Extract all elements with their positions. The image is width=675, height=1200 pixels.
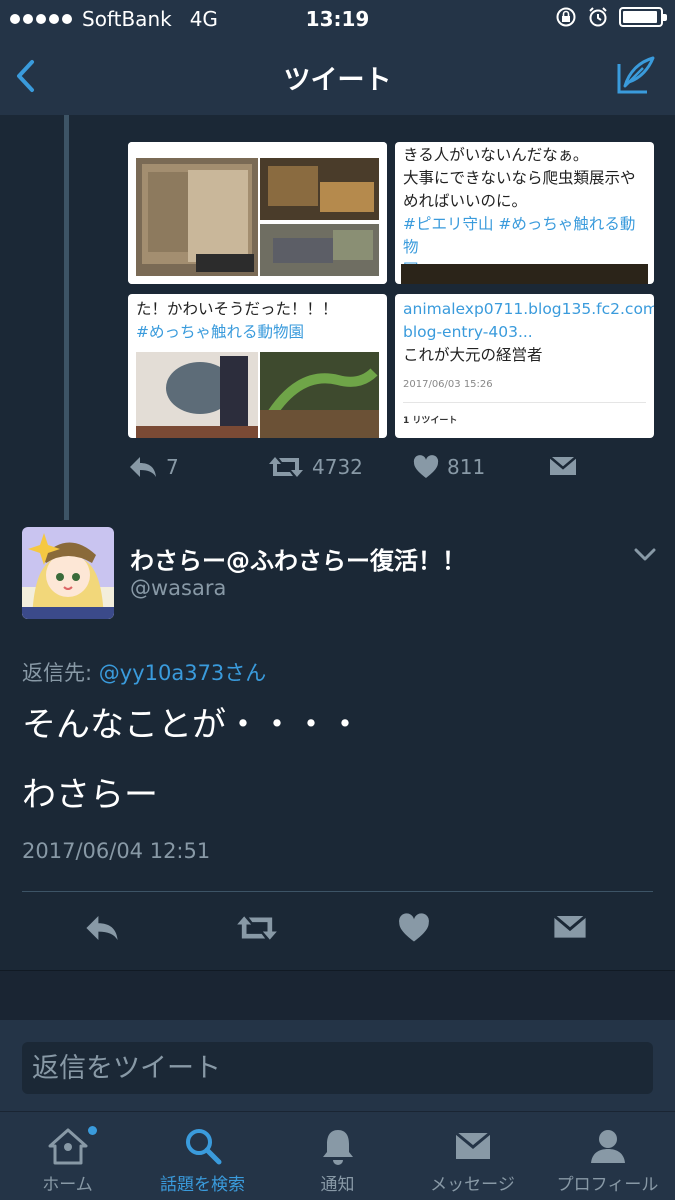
media-tile-photos-top[interactable]: [128, 142, 387, 284]
tab-home-label: ホーム: [42, 1175, 93, 1195]
tab-messages[interactable]: メッセージ: [405, 1112, 540, 1200]
heart-icon[interactable]: [398, 913, 430, 943]
animal-photo-collage: [128, 142, 387, 284]
page-title: ツイート: [283, 65, 392, 96]
retweet-action[interactable]: 4732: [268, 455, 363, 479]
tab-home[interactable]: ホーム: [0, 1112, 135, 1200]
tweet-action-bar: [0, 905, 675, 961]
tab-bar: ホーム 話題を検索 通知 メッセージ プロフィール: [0, 1111, 675, 1200]
avatar[interactable]: [22, 527, 114, 619]
tile-b-line-1: きる人がいないんだなぁ。: [403, 146, 589, 164]
tweet-text-line-2: わさらー: [22, 775, 158, 815]
reply-icon: [130, 457, 156, 477]
reptile-photo-collage: [136, 352, 379, 438]
like-count: 811: [447, 455, 486, 479]
envelope-icon: [549, 456, 577, 475]
reply-to-label: 返信先:: [22, 661, 99, 685]
status-right: [555, 6, 667, 28]
tweet-media-grid[interactable]: きる人がいないんだなぁ。 大事にできないなら爬虫類展示や めればいいのに。 #ピ…: [128, 142, 654, 438]
divider: [22, 891, 653, 892]
bell-icon: [322, 1130, 353, 1165]
tile-c-line: た！かわいそうだった！！！: [136, 300, 338, 318]
tab-search-label: 話題を検索: [160, 1175, 245, 1195]
tab-search[interactable]: 話題を検索: [135, 1112, 270, 1200]
envelope-icon[interactable]: [552, 913, 588, 943]
reply-count: 7: [166, 455, 179, 479]
tweet-timestamp: 2017/06/04 12:51: [22, 839, 211, 863]
tile-b-line-3: めればいいのに。: [403, 192, 528, 210]
media-tile-text-top[interactable]: きる人がいないんだなぁ。 大事にできないなら爬虫類展示や めればいいのに。 #ピ…: [395, 142, 654, 284]
reply-bar: [0, 1020, 675, 1111]
tab-profile[interactable]: プロフィール: [540, 1112, 675, 1200]
user-handle[interactable]: @wasara: [130, 576, 226, 600]
quoted-tweet-actions: 7 4732 811: [128, 455, 658, 491]
retweet-count: 4732: [312, 455, 363, 479]
tweet-text-line-1: そんなことが・・・・: [22, 705, 362, 745]
reply-input[interactable]: [22, 1042, 653, 1094]
tile-c-hashtag: #めっちゃ触れる動物園: [136, 323, 304, 341]
compose-tweet-icon[interactable]: [615, 54, 657, 96]
heart-icon: [413, 455, 439, 478]
avatar-illustration: [22, 527, 114, 619]
retweet-icon[interactable]: [236, 913, 278, 943]
tab-notifications-label: 通知: [320, 1175, 355, 1195]
envelope-icon: [454, 1131, 491, 1159]
rotation-lock-icon: [556, 7, 576, 27]
tile-b-image-strip: [401, 264, 648, 284]
reply-icon[interactable]: [84, 913, 120, 943]
media-tile-photos-bottom[interactable]: た！かわいそうだった！！！ #めっちゃ触れる動物園: [128, 294, 387, 438]
tile-d-date: 2017/06/03 15:26: [403, 379, 493, 390]
alarm-icon: [589, 7, 607, 27]
media-tile-text-bottom[interactable]: animalexp0711.blog135.fc2.com/ blog-entr…: [395, 294, 654, 438]
tile-d-retweet-count: 1 リツイート: [403, 416, 458, 426]
dm-action[interactable]: [548, 455, 586, 479]
nav-bar: ツイート: [0, 38, 675, 115]
tile-b-hashtags: #ピエリ守山 #めっちゃ触れる動物: [403, 215, 636, 256]
display-name[interactable]: わさらー@ふわさらー復活！！: [130, 541, 466, 576]
reply-action[interactable]: 7: [128, 455, 179, 479]
thread-connector: [64, 115, 69, 520]
tile-d-divider: [403, 402, 646, 403]
tab-notifications[interactable]: 通知: [270, 1112, 405, 1200]
reply-context: 返信先: @yy10a373さん: [22, 657, 266, 687]
retweet-icon: [269, 457, 303, 477]
search-icon: [185, 1129, 221, 1165]
profile-icon: [590, 1130, 625, 1163]
like-action[interactable]: 811: [413, 455, 485, 479]
tile-b-line-2: 大事にできないなら爬虫類展示や: [403, 169, 636, 187]
tile-d-link-1: animalexp0711.blog135.fc2.com/: [403, 300, 654, 318]
reply-mention-link[interactable]: @yy10a373さん: [99, 661, 267, 685]
section-separator: [0, 970, 675, 1020]
tile-d-text: これが大元の経営者: [403, 346, 543, 364]
home-icon: [48, 1128, 87, 1165]
home-notification-dot: [88, 1126, 97, 1135]
tab-profile-label: プロフィール: [556, 1175, 659, 1195]
battery-icon: [619, 7, 667, 27]
tile-d-link-2: blog-entry-403...: [403, 323, 533, 341]
chevron-down-icon[interactable]: [634, 548, 656, 562]
status-bar: SoftBank 4G 13:19: [0, 0, 675, 38]
tab-messages-label: メッセージ: [430, 1175, 515, 1195]
